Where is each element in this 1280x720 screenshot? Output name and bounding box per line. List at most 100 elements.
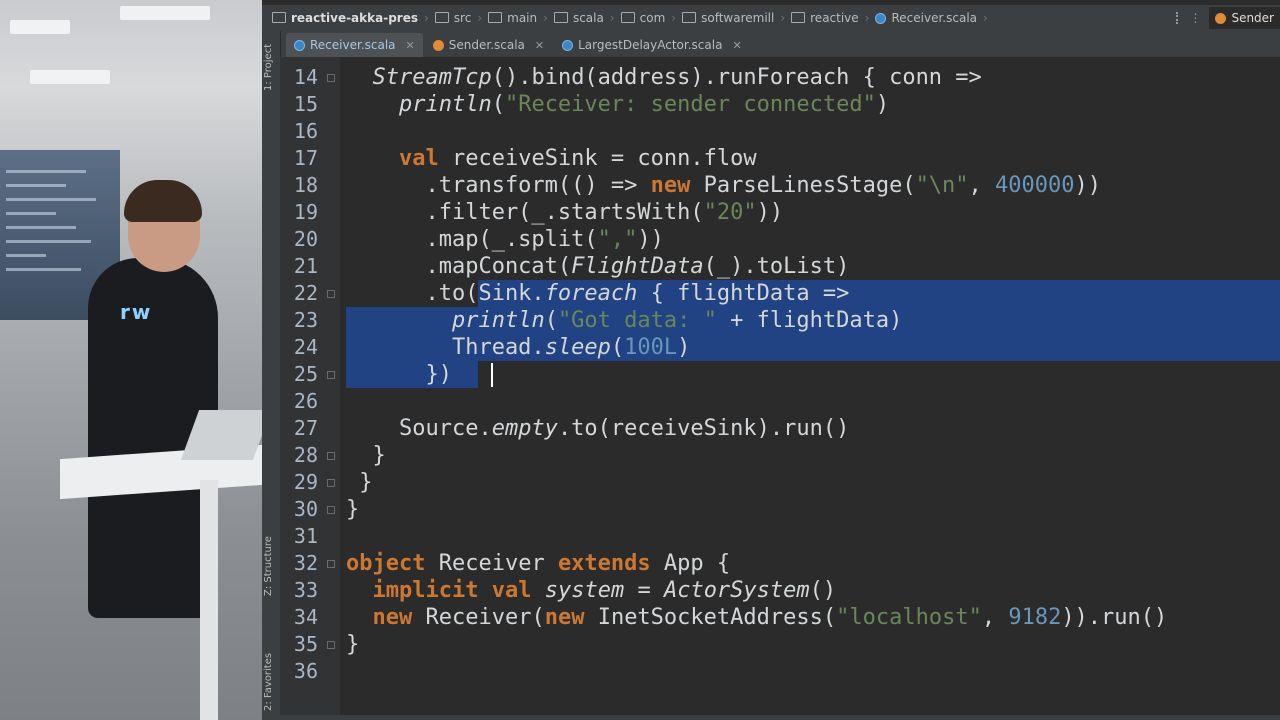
close-icon[interactable]: ✕	[406, 39, 415, 52]
code-line: .mapConcat(FlightData(_).toList)	[346, 254, 850, 279]
tool-window-project[interactable]: 1: Project	[263, 44, 274, 91]
breadcrumb-project[interactable]: reactive-akka-pres ›	[272, 11, 429, 25]
line-number: 27	[293, 416, 318, 440]
code-line: }	[346, 497, 360, 522]
scala-object-icon	[432, 39, 444, 51]
line-number: 29	[293, 470, 318, 494]
line-number: 36	[293, 659, 318, 683]
line-number: 35	[293, 632, 318, 656]
fold-marker-icon[interactable]	[327, 641, 335, 649]
ceiling-light	[10, 20, 70, 34]
breadcrumb-com[interactable]: com ›	[620, 11, 676, 25]
code-line: .transform(() => new ParseLinesStage("\n…	[346, 173, 1102, 198]
ceiling-light	[120, 6, 210, 20]
toolbar-separator-icon	[1176, 12, 1181, 24]
presenter-hair	[124, 180, 202, 222]
line-number: 17	[293, 146, 318, 170]
line-number-gutter: 14 15 16 17 18 19 20 21 22 23 24 25 26 27 28 29 30 31 32 33…	[280, 57, 340, 715]
code-line: StreamTcp().bind(address).runForeach { c…	[372, 65, 982, 90]
breadcrumb-label: main	[507, 11, 538, 25]
line-number: 33	[293, 578, 318, 602]
tool-window-favorites[interactable]: 2: Favorites	[263, 653, 274, 711]
breadcrumb-label: com	[639, 11, 666, 25]
folder-icon	[272, 11, 286, 23]
more-icon[interactable]: ⋮	[1189, 11, 1201, 25]
code-line: Thread.sleep(100L)	[346, 335, 691, 360]
run-configuration-select[interactable]: Sender	[1209, 7, 1280, 29]
line-number: 26	[293, 389, 318, 413]
folder-icon	[434, 11, 449, 23]
folder-icon	[620, 11, 635, 23]
code-line: }	[346, 470, 373, 495]
breadcrumb-label: Receiver.scala	[891, 11, 978, 25]
tab-label: Sender.scala	[448, 38, 525, 52]
code-line: .filter(_.startsWith("20"))	[346, 200, 784, 225]
line-number: 20	[293, 227, 318, 251]
code-line: })	[346, 362, 452, 387]
ceiling-light	[30, 70, 110, 84]
breadcrumb-file[interactable]: Receiver.scala ›	[875, 11, 988, 25]
tool-window-structure[interactable]: Z: Structure	[263, 536, 274, 596]
line-number: 28	[293, 443, 318, 467]
code-line: }	[346, 443, 386, 468]
tab-receiver[interactable]: Receiver.scala ✕	[286, 33, 423, 57]
run-configuration-label: Sender	[1231, 11, 1274, 25]
scala-file-icon	[562, 39, 574, 51]
line-number: 15	[293, 92, 318, 116]
line-number: 24	[293, 335, 318, 359]
close-icon[interactable]: ✕	[535, 39, 544, 52]
tab-largest-delay-actor[interactable]: LargestDelayActor.scala ✕	[554, 33, 750, 57]
line-number: 32	[293, 551, 318, 575]
code-line: }	[346, 632, 360, 657]
intellij-ide-window: reactive-akka-pres › src › main › scala › co…	[262, 0, 1280, 720]
line-number: 22	[293, 281, 318, 305]
code-line: .to(Sink.foreach { flightData =>	[346, 281, 850, 306]
breadcrumb-scala[interactable]: scala ›	[553, 11, 615, 25]
fold-marker-icon[interactable]	[327, 506, 335, 514]
breadcrumb-softwaremill[interactable]: softwaremill ›	[682, 11, 785, 25]
scala-object-icon	[1215, 12, 1227, 24]
line-number: 30	[293, 497, 318, 521]
code-line: implicit val system = ActorSystem()	[372, 578, 837, 603]
breadcrumb-label: scala	[572, 11, 604, 25]
breadcrumb-label: src	[453, 11, 472, 25]
line-number: 16	[293, 119, 318, 143]
breadcrumb-label: reactive-akka-pres	[291, 11, 418, 25]
code-editor[interactable]: StreamTcp().bind(address).runForeach { c…	[340, 57, 1280, 715]
line-number: 25	[293, 362, 318, 386]
fold-marker-icon[interactable]	[327, 371, 335, 379]
tool-window-strip: 1: Project Z: Structure 2: Favorites	[262, 31, 281, 720]
line-number: 19	[293, 200, 318, 224]
fold-marker-icon[interactable]	[327, 290, 335, 298]
fold-marker-icon[interactable]	[327, 452, 335, 460]
shirt-logo: rw	[120, 300, 153, 324]
folder-icon	[488, 11, 503, 23]
fold-marker-icon[interactable]	[327, 74, 335, 82]
navbar-right: ⋮ Sender	[1176, 5, 1280, 31]
code-line: .map(_.split(","))	[346, 227, 664, 252]
fold-marker-icon[interactable]	[327, 479, 335, 487]
line-number: 31	[293, 524, 318, 548]
close-icon[interactable]: ✕	[732, 39, 741, 52]
tab-sender[interactable]: Sender.scala ✕	[425, 33, 552, 57]
fold-marker-icon[interactable]	[327, 560, 335, 568]
line-number: 21	[293, 254, 318, 278]
presenter-camera-feed: rw	[0, 0, 262, 720]
folder-icon	[682, 11, 697, 23]
podium-leg	[200, 480, 218, 720]
code-line: Source.empty.to(receiveSink).run()	[346, 416, 850, 441]
breadcrumb-src[interactable]: src ›	[434, 11, 482, 25]
line-number: 34	[293, 605, 318, 629]
scala-file-icon	[875, 12, 887, 24]
breadcrumb-main[interactable]: main ›	[488, 11, 548, 25]
folder-icon	[791, 11, 806, 23]
breadcrumb-reactive[interactable]: reactive ›	[791, 11, 869, 25]
code-line: val receiveSink = conn.flow	[398, 146, 757, 171]
code-line: println("Got data: " + flightData)	[451, 308, 903, 333]
text-caret	[491, 363, 494, 387]
tab-label: LargestDelayActor.scala	[578, 38, 723, 52]
folder-icon	[553, 11, 568, 23]
navigation-bar: reactive-akka-pres › src › main › scala › co…	[262, 5, 1280, 31]
breadcrumb-label: reactive	[810, 11, 859, 25]
tab-label: Receiver.scala	[310, 38, 396, 52]
